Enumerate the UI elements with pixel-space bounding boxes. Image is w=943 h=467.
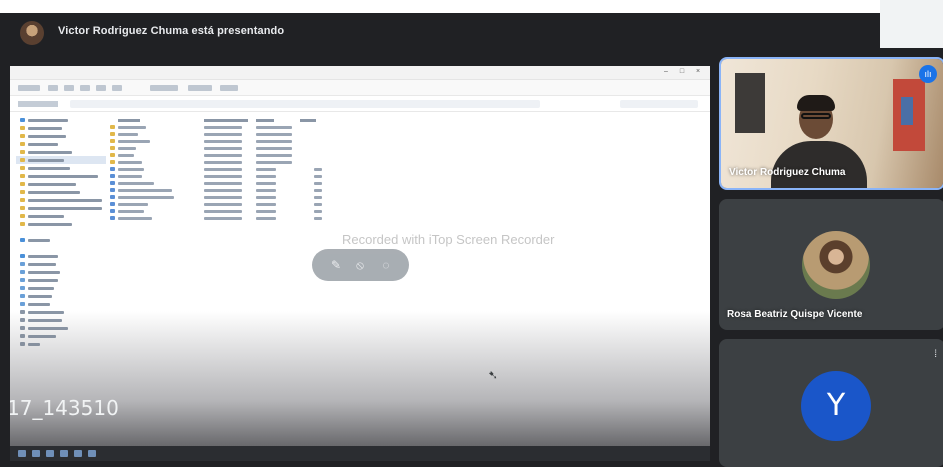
- close-icon[interactable]: ×: [694, 68, 702, 76]
- presenting-header: Victor Rodriguez Chuma está presentando: [0, 13, 880, 51]
- taskbar-app-icon[interactable]: [32, 450, 40, 457]
- maximize-icon[interactable]: □: [678, 68, 686, 76]
- side-panel-edge: [880, 0, 943, 48]
- explorer-file-list: [108, 116, 448, 222]
- avatar: Y: [801, 371, 871, 441]
- participant-name: Victor Rodriguez Chuma: [729, 167, 846, 178]
- participant-tile-1[interactable]: ılı Victor Rodriguez Chuma: [719, 57, 943, 190]
- explorer-toolbar: [10, 80, 710, 96]
- recording-name: 17_143510: [10, 396, 119, 420]
- shared-screen: – □ × Recorded with iTop Screen Recorder…: [10, 66, 710, 461]
- participant-tile-3[interactable]: ⁞ Y: [719, 339, 943, 467]
- taskbar-app-icon[interactable]: [88, 450, 96, 457]
- recorder-watermark: Recorded with iTop Screen Recorder: [342, 232, 555, 247]
- taskbar-app-icon[interactable]: [60, 450, 68, 457]
- participant-tile-2[interactable]: Rosa Beatriz Quispe Vicente: [719, 199, 943, 330]
- explorer-search[interactable]: [620, 100, 698, 108]
- screen-bottom-fade: [10, 311, 710, 461]
- start-icon[interactable]: [18, 450, 26, 457]
- participant-name: Rosa Beatriz Quispe Vicente: [727, 309, 863, 320]
- mic-off-icon: ⁞: [934, 349, 937, 360]
- recorder-controls[interactable]: ✎ ⦸ ◌: [312, 249, 409, 281]
- top-white-strip: [0, 0, 943, 13]
- address-path[interactable]: [70, 100, 540, 108]
- minimize-icon[interactable]: –: [662, 68, 670, 76]
- camera-off-icon[interactable]: ⦸: [352, 257, 368, 273]
- stop-icon[interactable]: ◌: [378, 257, 394, 273]
- taskbar-app-icon[interactable]: [74, 450, 82, 457]
- explorer-titlebar: – □ ×: [10, 66, 710, 80]
- avatar: [802, 231, 870, 299]
- presenter-avatar: [20, 21, 44, 45]
- explorer-addressbar: [10, 96, 710, 112]
- audio-wave-icon: ılı: [919, 65, 937, 83]
- mic-off-icon[interactable]: ✎: [328, 257, 344, 273]
- taskbar-app-icon[interactable]: [46, 450, 54, 457]
- presenting-title: Victor Rodriguez Chuma está presentando: [58, 25, 285, 37]
- windows-taskbar: [10, 446, 710, 461]
- mouse-cursor-icon: ➷: [488, 368, 499, 382]
